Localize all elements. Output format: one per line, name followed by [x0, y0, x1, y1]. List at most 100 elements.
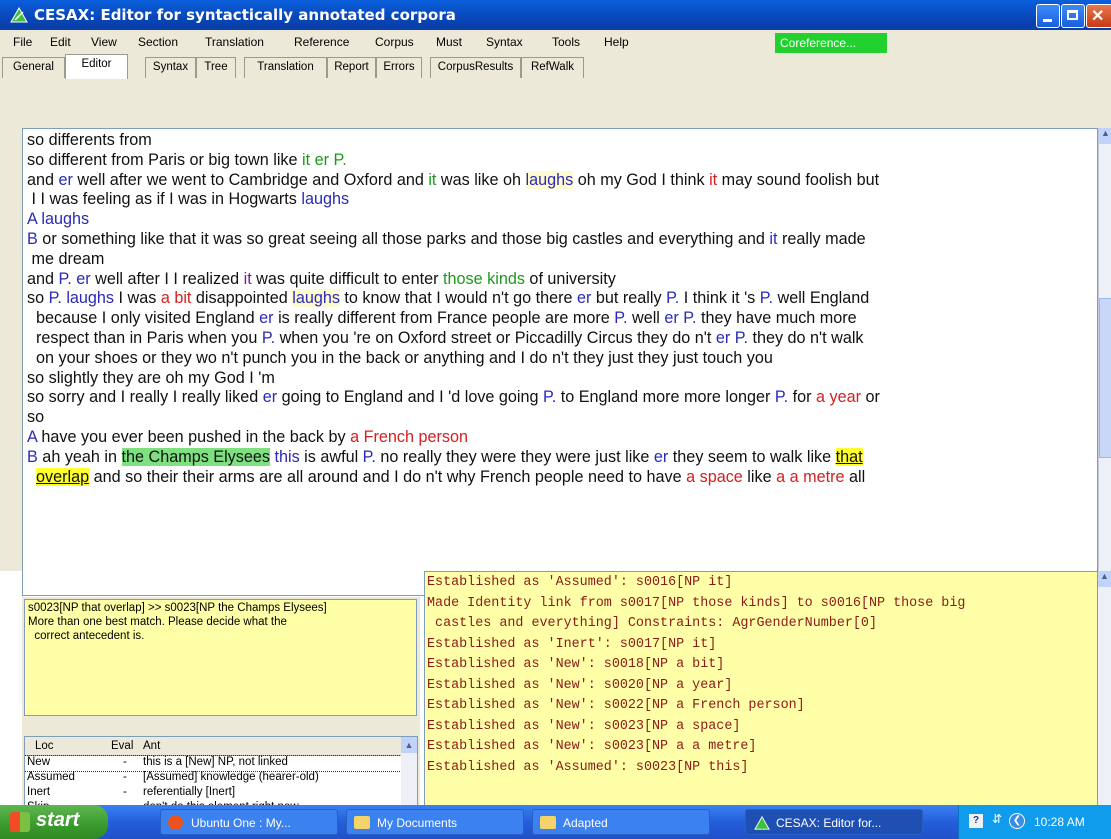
- taskbar-item-ubuntu-one[interactable]: Ubuntu One : My...: [160, 809, 338, 835]
- list-item[interactable]: Inert - referentially [Inert]: [25, 786, 401, 801]
- editor-line[interactable]: B or something like that it was so great…: [27, 230, 1095, 250]
- np-annotation[interactable]: P.: [735, 329, 748, 347]
- np-annotation[interactable]: P.: [666, 289, 679, 307]
- np-annotation[interactable]: a bit: [161, 289, 192, 307]
- taskbar-item-cesax[interactable]: CESAX: Editor for...: [745, 809, 923, 835]
- tab-refwalk[interactable]: RefWalk: [521, 57, 584, 78]
- np-annotation[interactable]: P.: [543, 388, 556, 406]
- tab-editor[interactable]: Editor: [65, 54, 128, 79]
- np-annotation[interactable]: laughs: [66, 289, 114, 307]
- text-editor[interactable]: so differents from so different from Pari…: [22, 128, 1098, 596]
- np-annotation[interactable]: a French person: [350, 428, 468, 446]
- np-annotation[interactable]: a year: [816, 388, 861, 406]
- np-annotation[interactable]: B: [27, 230, 38, 248]
- np-annotation[interactable]: A: [27, 428, 37, 446]
- np-annotation[interactable]: overlap: [36, 467, 90, 486]
- network-icon[interactable]: ⇵: [992, 812, 1002, 826]
- editor-line[interactable]: I I was feeling as if I was in Hogwarts …: [27, 190, 1095, 210]
- minimize-button[interactable]: [1036, 4, 1060, 28]
- np-annotation[interactable]: laughs: [292, 289, 340, 308]
- np-annotation[interactable]: P.: [59, 270, 72, 288]
- menu-must[interactable]: Must: [436, 35, 462, 49]
- editor-line[interactable]: because I only visited England er is rea…: [27, 309, 1095, 329]
- start-button[interactable]: start: [0, 805, 108, 839]
- tab-general[interactable]: General: [2, 57, 65, 78]
- np-annotation[interactable]: it: [302, 151, 310, 169]
- np-annotation[interactable]: the Champs Elysees: [121, 447, 270, 466]
- menu-reference[interactable]: Reference: [294, 35, 349, 49]
- np-annotation[interactable]: er: [664, 309, 678, 327]
- np-annotation[interactable]: A: [27, 210, 37, 228]
- tab-syntax[interactable]: Syntax: [145, 57, 196, 78]
- np-annotation[interactable]: er: [263, 388, 277, 406]
- taskbar-item-my-documents[interactable]: My Documents: [346, 809, 524, 835]
- np-annotation[interactable]: P.: [683, 309, 696, 327]
- np-annotation[interactable]: er: [577, 289, 591, 307]
- menu-translation[interactable]: Translation: [205, 35, 264, 49]
- menu-corpus[interactable]: Corpus: [375, 35, 414, 49]
- np-annotation[interactable]: that: [835, 447, 863, 466]
- menu-syntax[interactable]: Syntax: [486, 35, 523, 49]
- list-item[interactable]: New - this is a [New] NP, not linked: [25, 755, 402, 772]
- editor-line[interactable]: A laughs: [27, 210, 1095, 230]
- scroll-up-icon[interactable]: ▲: [1098, 571, 1111, 587]
- editor-line[interactable]: so: [27, 408, 1095, 428]
- np-annotation[interactable]: it: [709, 171, 717, 189]
- menu-help[interactable]: Help: [604, 35, 629, 49]
- menu-tools[interactable]: Tools: [552, 35, 580, 49]
- log-panel[interactable]: Established as 'Assumed': s0016[NP it] Ma…: [424, 571, 1098, 823]
- menu-coreference[interactable]: Coreference...: [775, 33, 887, 53]
- scroll-up-icon[interactable]: ▲: [1099, 128, 1111, 144]
- log-scrollbar[interactable]: ▲: [1098, 571, 1111, 823]
- np-annotation[interactable]: er: [76, 270, 90, 288]
- column-eval[interactable]: Eval: [111, 740, 133, 752]
- editor-line[interactable]: me dream: [27, 250, 1095, 270]
- np-annotation[interactable]: P.: [49, 289, 62, 307]
- scroll-thumb[interactable]: [1099, 298, 1111, 458]
- np-annotation[interactable]: laughs: [301, 190, 349, 208]
- np-annotation[interactable]: P.: [262, 329, 275, 347]
- tab-corpusresults[interactable]: CorpusResults: [430, 57, 521, 78]
- menu-section[interactable]: Section: [138, 35, 178, 49]
- np-annotation[interactable]: P.: [614, 309, 627, 327]
- np-annotation[interactable]: P.: [760, 289, 773, 307]
- editor-line[interactable]: so slightly they are oh my God I 'm: [27, 369, 1095, 389]
- editor-line[interactable]: so differents from: [27, 131, 1095, 151]
- np-annotation[interactable]: er: [59, 171, 73, 189]
- np-annotation[interactable]: B: [27, 448, 38, 466]
- np-annotation[interactable]: er: [315, 151, 329, 169]
- menu-file[interactable]: File: [13, 35, 32, 49]
- tab-report[interactable]: Report: [327, 57, 376, 78]
- np-annotation[interactable]: those kinds: [443, 270, 525, 288]
- editor-line[interactable]: so P. laughs I was a bit disappointed la…: [27, 289, 1095, 309]
- np-annotation[interactable]: P.: [363, 448, 376, 466]
- np-annotation[interactable]: it: [244, 270, 252, 288]
- editor-line[interactable]: and P. er well after I I realized it was…: [27, 270, 1095, 290]
- column-ant[interactable]: Ant: [143, 740, 160, 752]
- help-icon[interactable]: ?: [969, 814, 983, 828]
- np-annotation[interactable]: laughs: [525, 170, 574, 189]
- tab-translation[interactable]: Translation: [244, 57, 327, 78]
- list-item[interactable]: Assumed - [Assumed] knowledge (hearer-old): [25, 771, 401, 786]
- back-arrow-icon[interactable]: ❮: [1009, 813, 1025, 829]
- tab-tree[interactable]: Tree: [196, 57, 236, 78]
- editor-line[interactable]: so different from Paris or big town like…: [27, 151, 1095, 171]
- np-annotation[interactable]: P.: [334, 151, 347, 169]
- editor-scrollbar[interactable]: ▲ ▼: [1098, 128, 1111, 596]
- np-annotation[interactable]: er: [654, 448, 668, 466]
- column-loc[interactable]: Loc: [35, 740, 54, 752]
- np-annotation[interactable]: er: [259, 309, 273, 327]
- np-annotation[interactable]: a space: [686, 468, 743, 486]
- np-annotation[interactable]: laughs: [41, 210, 89, 228]
- editor-line[interactable]: on your shoes or they wo n't punch you i…: [27, 349, 1095, 369]
- editor-line[interactable]: respect than in Paris when you P. when y…: [27, 329, 1095, 349]
- editor-line[interactable]: and er well after we went to Cambridge a…: [27, 170, 1095, 191]
- editor-line[interactable]: A have you ever been pushed in the back …: [27, 428, 1095, 448]
- taskbar-item-adapted[interactable]: Adapted: [532, 809, 710, 835]
- menu-view[interactable]: View: [91, 35, 117, 49]
- np-annotation[interactable]: P.: [775, 388, 788, 406]
- editor-line[interactable]: overlap and so their their arms are all …: [27, 467, 1095, 488]
- maximize-button[interactable]: [1061, 4, 1085, 28]
- np-annotation[interactable]: er: [716, 329, 730, 347]
- editor-line[interactable]: so sorry and I really I really liked er …: [27, 388, 1095, 408]
